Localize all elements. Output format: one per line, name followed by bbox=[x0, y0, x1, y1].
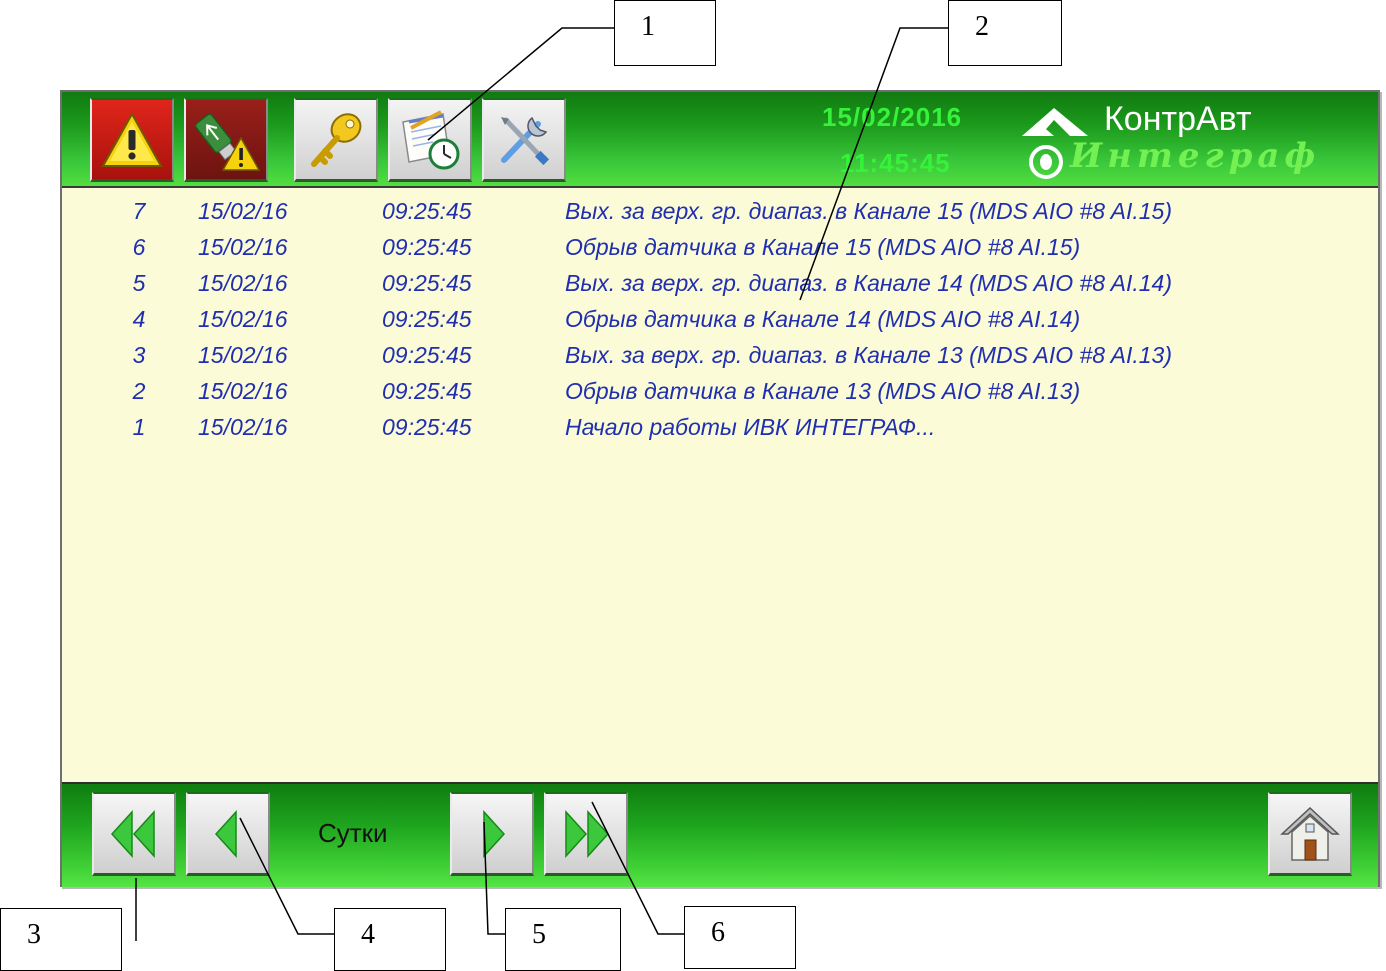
callout-1: 1 bbox=[614, 0, 716, 66]
callout-2: 2 bbox=[948, 0, 1062, 66]
callout-leaders bbox=[135, 27, 948, 941]
callout-6: 6 bbox=[684, 906, 796, 969]
callout-3: 3 bbox=[0, 908, 122, 971]
callout-4: 4 bbox=[334, 908, 446, 971]
callout-5: 5 bbox=[505, 908, 621, 971]
